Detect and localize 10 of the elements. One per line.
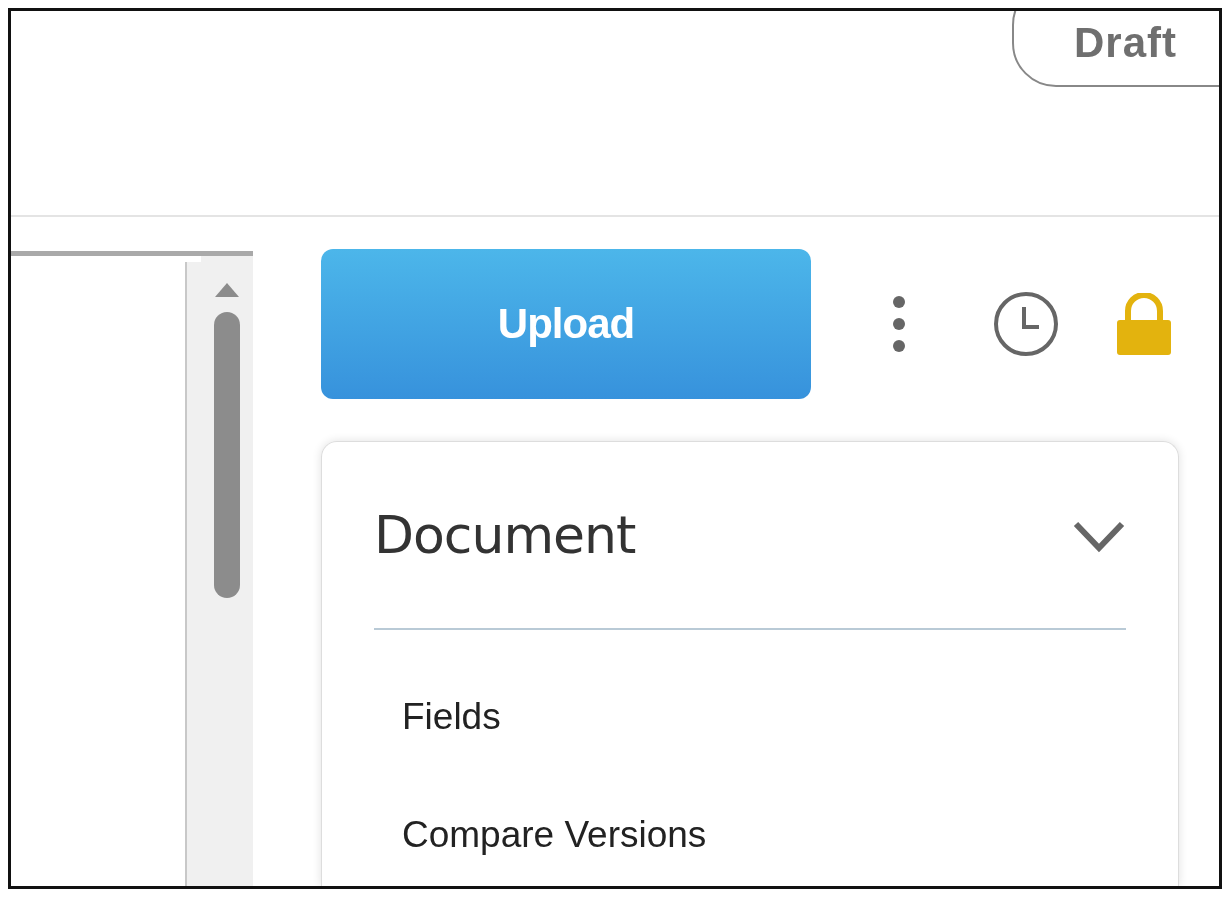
lock-icon[interactable] xyxy=(1117,293,1171,355)
panel-menu-item[interactable]: Compare Versions xyxy=(374,814,1126,856)
status-badge: Draft xyxy=(1012,11,1219,87)
scrollbar[interactable] xyxy=(201,256,253,886)
panel-title: Document xyxy=(374,505,636,565)
more-options-icon[interactable] xyxy=(891,294,907,354)
clock-icon[interactable] xyxy=(993,291,1059,357)
scroll-up-arrow-icon[interactable] xyxy=(214,282,240,298)
panel-menu-item[interactable]: Fields xyxy=(374,696,1126,738)
scrollbar-thumb[interactable] xyxy=(214,312,240,598)
